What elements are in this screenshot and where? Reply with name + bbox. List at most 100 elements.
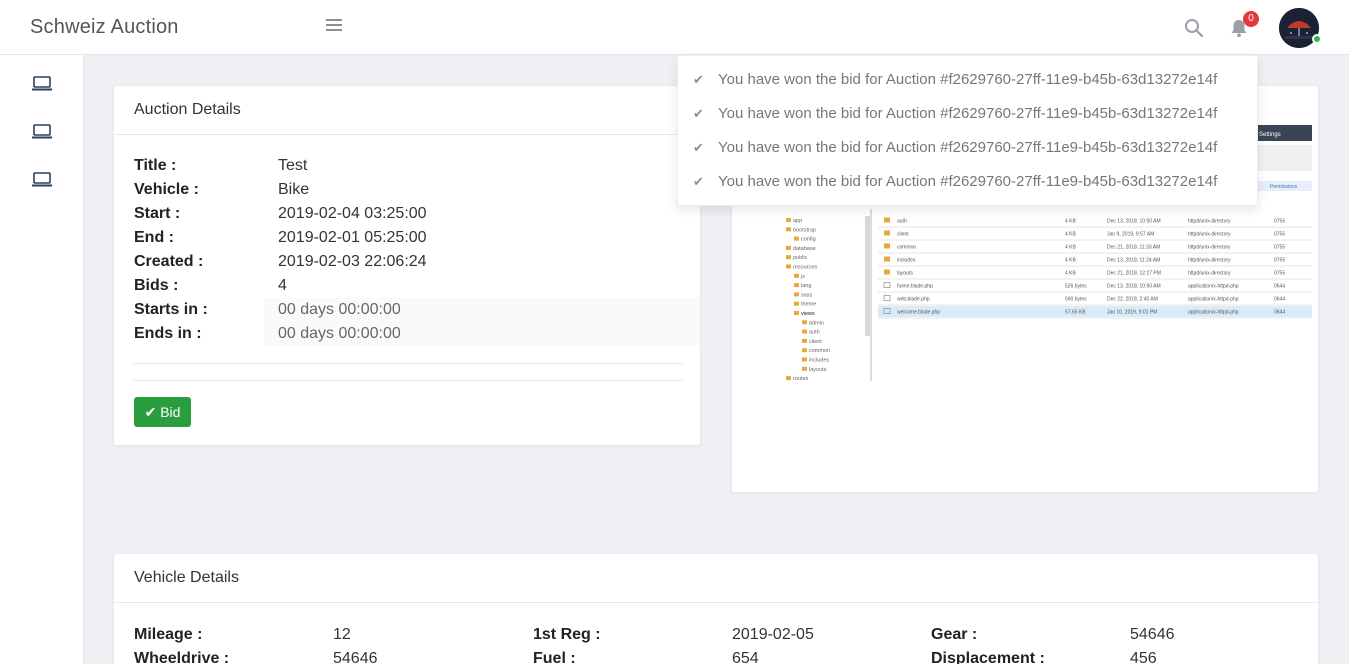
file-cell: welcome.blade.php <box>897 310 940 316</box>
vehicle-label: Wheeldrive : <box>134 650 230 664</box>
tree-item-label: lang <box>801 283 811 289</box>
tree-item-label: views <box>801 311 815 317</box>
file-cell: 4 KB <box>1065 245 1077 251</box>
vehicle-value: 456 <box>1130 650 1157 664</box>
vehicle-value: 12 <box>333 626 351 643</box>
tree-item-label: bootstrap <box>793 227 816 233</box>
file-folder-icon <box>884 243 890 249</box>
tree-item-label: common <box>809 348 830 354</box>
check-icon: ✔ <box>144 404 157 420</box>
bid-button[interactable]: ✔ Bid <box>134 397 191 427</box>
detail-label: Vehicle : <box>134 181 199 198</box>
check-icon: ✔ <box>693 106 704 121</box>
file-cell: application/x-httpd-php <box>1188 297 1239 303</box>
file-cell: application/x-httpd-php <box>1188 310 1239 316</box>
notifications-dropdown: ✔ You have won the bid for Auction #f2629… <box>677 55 1258 206</box>
notification-item[interactable]: ✔ You have won the bid for Auction #f2629… <box>693 71 1217 88</box>
file-cell: 4 KB <box>1065 219 1077 225</box>
detail-label: Created : <box>134 253 204 270</box>
tree-folder-icon <box>794 292 799 297</box>
file-cell: httpd/unix-directory <box>1188 245 1231 251</box>
file-cell: 0755 <box>1274 232 1285 238</box>
tree-item-label: client <box>809 339 822 345</box>
tree-folder-icon <box>802 329 807 334</box>
ends-in-countdown: 00 days 00:00:00 <box>278 325 401 342</box>
tree-folder-icon <box>794 273 799 278</box>
file-cell: application/x-httpd-php <box>1188 284 1239 290</box>
selected-file-highlight <box>878 306 1312 317</box>
file-folder-icon <box>884 269 890 275</box>
tree-item-label: public <box>793 255 808 261</box>
vehicle-details-title: Vehicle Details <box>114 554 1318 603</box>
file-cell: auth <box>897 219 907 225</box>
notification-item[interactable]: ✔ You have won the bid for Auction #f2629… <box>693 105 1217 122</box>
tree-folder-icon <box>794 236 799 241</box>
tree-folder-icon <box>802 357 807 362</box>
permissions-column-header: Permissions <box>1270 184 1298 190</box>
tree-folder-icon <box>786 245 791 250</box>
tree-folder-icon <box>786 255 791 260</box>
divider <box>134 363 682 364</box>
tree-item-label: theme <box>801 302 816 308</box>
tree-folder-icon <box>786 376 791 381</box>
notification-item[interactable]: ✔ You have won the bid for Auction #f2629… <box>693 173 1217 190</box>
file-cell: 57.65 KB <box>1065 310 1086 316</box>
detail-value: 2019-02-01 05:25:00 <box>278 229 427 246</box>
tree-item-label: layouts <box>809 367 827 373</box>
vehicle-details-card: Vehicle Details Mileage : 12 1st Reg : 2… <box>113 553 1319 664</box>
file-cell: 0755 <box>1274 245 1285 251</box>
file-cell: 4 KB <box>1065 258 1077 264</box>
file-cell: httpd/unix-directory <box>1188 219 1231 225</box>
tree-item-label: app <box>793 218 802 224</box>
file-cell: Jan 9, 2019, 9:57 AM <box>1107 232 1154 238</box>
sidebar-laptop-icon[interactable] <box>31 171 53 189</box>
tree-folder-icon <box>786 218 791 222</box>
tree-folder-icon <box>802 338 807 343</box>
check-icon: ✔ <box>693 174 704 189</box>
tree-folder-icon <box>802 320 807 325</box>
auction-details-card: Auction Details Title : Test Vehicle : B… <box>113 85 701 446</box>
notification-count-badge: 0 <box>1243 11 1259 27</box>
auction-details-title: Auction Details <box>114 86 700 135</box>
file-cell: 4 KB <box>1065 232 1077 238</box>
vehicle-label: 1st Reg : <box>533 626 601 643</box>
detail-value: 2019-02-04 03:25:00 <box>278 205 427 222</box>
sidebar-laptop-icon[interactable] <box>31 75 53 93</box>
tree-folder-icon <box>786 227 791 232</box>
file-cell: Dec 21, 2018, 12:27 PM <box>1107 271 1161 277</box>
notification-item[interactable]: ✔ You have won the bid for Auction #f2629… <box>693 139 1217 156</box>
vehicle-value: 2019-02-05 <box>732 626 814 643</box>
search-icon[interactable] <box>1183 17 1205 39</box>
detail-label: Title : <box>134 157 177 174</box>
tree-item-label: resources <box>793 265 817 271</box>
tree-item-label: database <box>793 246 816 252</box>
vehicle-value: 54646 <box>333 650 378 664</box>
menu-toggle-icon[interactable] <box>326 19 342 35</box>
notification-text: You have won the bid for Auction #f26297… <box>718 139 1218 156</box>
check-icon: ✔ <box>693 72 704 87</box>
file-cell: web.blade.php <box>897 297 930 303</box>
vehicle-value: 54646 <box>1130 626 1175 643</box>
file-cell: 590 bytes <box>1065 297 1087 303</box>
tree-folder-icon <box>802 348 807 353</box>
file-cell: home.blade.php <box>897 284 933 290</box>
file-cell: Dec 13, 2018, 10:50 AM <box>1107 284 1161 290</box>
sidebar-laptop-icon[interactable] <box>31 123 53 141</box>
detail-label: Ends in : <box>134 325 202 342</box>
tree-folder-icon <box>786 264 791 269</box>
vehicle-label: Gear : <box>931 626 978 643</box>
tree-item-label: auth <box>809 330 820 336</box>
file-cell: httpd/unix-directory <box>1188 271 1231 277</box>
file-cell: Dec 13, 2018, 11:24 AM <box>1107 258 1160 264</box>
detail-value: Test <box>278 157 308 174</box>
tree-item-label: routes <box>793 376 809 381</box>
file-cell: client <box>897 232 909 238</box>
file-cell: 0644 <box>1274 284 1285 290</box>
tree-folder-icon <box>794 311 799 315</box>
file-folder-icon <box>884 230 890 236</box>
brand-title[interactable]: Schweiz Auction <box>30 16 179 39</box>
vehicle-label: Fuel : <box>533 650 576 664</box>
tree-item-label: sass <box>801 292 813 298</box>
notification-text: You have won the bid for Auction #f26297… <box>718 173 1218 190</box>
file-cell: Dec 13, 2018, 10:50 AM <box>1107 219 1161 225</box>
